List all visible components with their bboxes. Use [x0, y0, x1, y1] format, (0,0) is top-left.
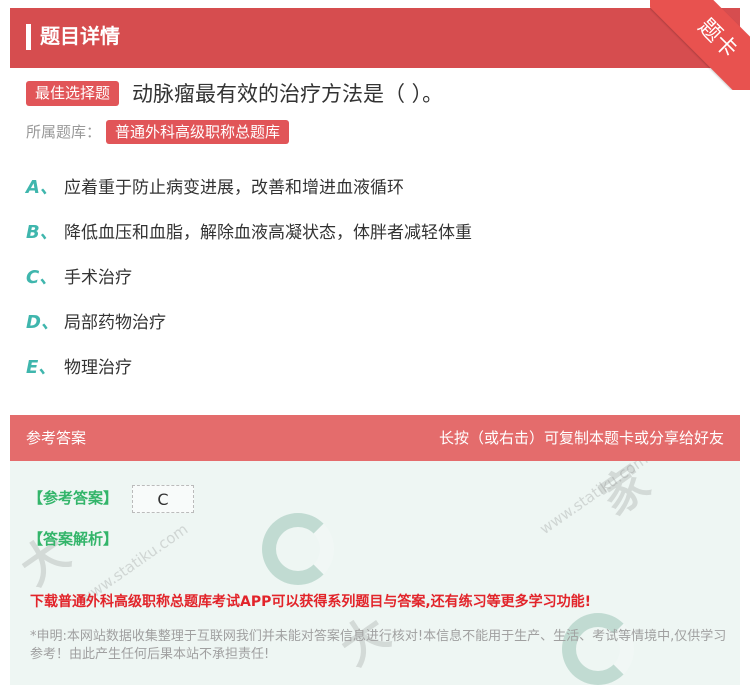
- question-type-badge: 最佳选择题: [26, 81, 120, 106]
- reference-answer-value: C: [132, 485, 194, 513]
- answer-header-title: 参考答案: [26, 429, 87, 447]
- option-letter: B、: [26, 222, 58, 243]
- disclaimer-text: *申明:本网站数据收集整理于互联网我们并未能对答案信息进行核对!本信息不能用于生…: [30, 629, 727, 662]
- corner-ribbon: 题卡: [650, 0, 750, 90]
- option-letter: E、: [26, 357, 57, 378]
- option-letter: A、: [26, 177, 58, 198]
- copy-share-hint[interactable]: 长按（或右击）可复制本题卡或分享给好友: [439, 427, 724, 449]
- watermark-logo-icon: [262, 513, 334, 585]
- corner-label: 题卡: [692, 14, 742, 64]
- page-title: 题目详情: [40, 24, 120, 48]
- option-text: 手术治疗: [64, 268, 132, 288]
- question-text: 动脉瘤最有效的治疗方法是（ ）。: [132, 82, 444, 106]
- option-letter: C、: [26, 267, 58, 288]
- bank-name-link[interactable]: 普通外科高级职称总题库: [106, 120, 290, 144]
- bank-label: 所属题库：: [26, 123, 102, 141]
- answer-panel: 大 大 家 www.statiku.com www.statiku.com 参考…: [10, 415, 740, 685]
- option-text: 局部药物治疗: [64, 313, 166, 333]
- option-text: 物理治疗: [64, 358, 132, 378]
- answer-header: 参考答案 长按（或右击）可复制本题卡或分享给好友: [10, 415, 740, 461]
- download-app-link[interactable]: 下载普通外科高级职称总题库考试APP可以获得系列题目与答案,还有练习等更多学习功…: [30, 591, 591, 613]
- option-text: 降低血压和血脂，解除血液高凝状态，体胖者减轻体重: [64, 223, 472, 243]
- reference-answer-label: 【参考答案】: [28, 489, 119, 507]
- header-accent-mark: [26, 24, 31, 50]
- answer-analysis-label: 【答案解析】: [28, 530, 119, 548]
- option-letter: D、: [26, 312, 59, 333]
- question-card-corner[interactable]: 题卡: [650, 0, 750, 90]
- option-text: 应着重于防止病变进展，改善和增进血液循环: [64, 178, 404, 198]
